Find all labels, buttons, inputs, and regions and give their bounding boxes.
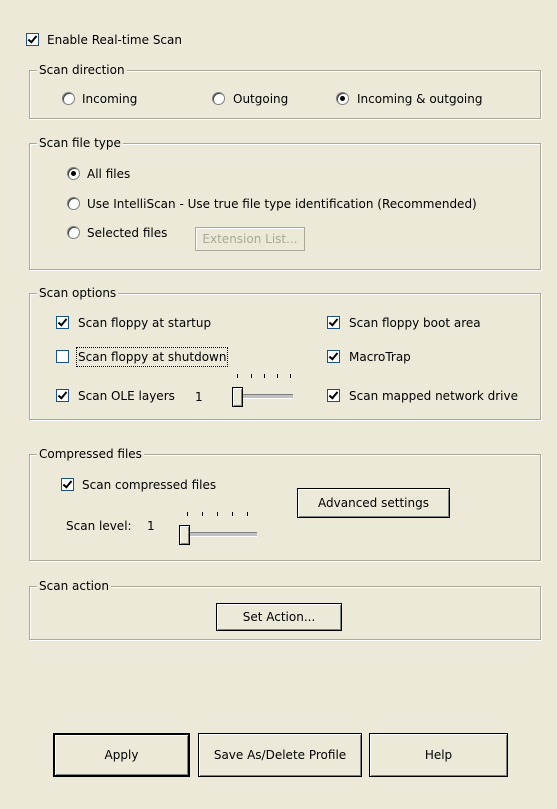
radio-incoming-outgoing[interactable] xyxy=(336,92,349,105)
floppy-startup-checkbox[interactable] xyxy=(56,316,69,329)
help-button[interactable]: Help xyxy=(369,733,508,777)
radio-incoming-outgoing-label[interactable]: Incoming & outgoing xyxy=(357,91,482,107)
radio-all-files-label[interactable]: All files xyxy=(87,166,130,182)
enable-realtime-checkbox[interactable] xyxy=(26,33,39,46)
ole-slider-tick xyxy=(290,374,291,378)
scan-level-slider-thumb[interactable] xyxy=(179,525,190,545)
radio-intelliscan[interactable] xyxy=(67,197,80,210)
macrotrap-label[interactable]: MacroTrap xyxy=(349,349,411,365)
radio-all-files[interactable] xyxy=(67,167,80,180)
floppy-shutdown-label[interactable]: Scan floppy at shutdown xyxy=(75,347,229,367)
floppy-boot-checkbox[interactable] xyxy=(327,316,340,329)
compressed-files-title: Compressed files xyxy=(37,446,144,462)
scan-level-tick xyxy=(247,512,248,516)
scan-level-tick xyxy=(202,512,203,516)
floppy-boot-label[interactable]: Scan floppy boot area xyxy=(349,315,481,331)
scan-level-tick xyxy=(217,512,218,516)
ole-slider-thumb[interactable] xyxy=(232,387,243,407)
radio-outgoing-label[interactable]: Outgoing xyxy=(233,91,288,107)
ole-layers-checkbox[interactable] xyxy=(56,389,69,402)
scan-level-tick xyxy=(232,512,233,516)
ole-slider-tick xyxy=(251,374,252,378)
ole-slider-tick xyxy=(237,374,238,378)
radio-outgoing[interactable] xyxy=(212,92,225,105)
ole-slider-track xyxy=(235,394,293,399)
extension-list-button[interactable]: Extension List... xyxy=(195,227,305,251)
apply-button[interactable]: Apply xyxy=(53,733,190,777)
compressed-files-group: Compressed files xyxy=(29,446,541,561)
macrotrap-checkbox[interactable] xyxy=(327,350,340,363)
scan-compressed-checkbox[interactable] xyxy=(61,478,74,491)
advanced-settings-button[interactable]: Advanced settings xyxy=(297,488,450,518)
ole-slider-tick xyxy=(277,374,278,378)
scan-action-title: Scan action xyxy=(37,578,111,594)
scan-level-value: 1 xyxy=(147,519,155,533)
save-delete-profile-button[interactable]: Save As/Delete Profile xyxy=(198,733,362,777)
scan-level-tick xyxy=(187,512,188,516)
scan-file-type-title: Scan file type xyxy=(37,135,123,151)
ole-layers-slider[interactable] xyxy=(230,374,295,412)
floppy-startup-label[interactable]: Scan floppy at startup xyxy=(78,315,211,331)
scan-level-label: Scan level: xyxy=(66,519,132,533)
enable-realtime-label[interactable]: Enable Real-time Scan xyxy=(47,32,182,48)
radio-intelliscan-label[interactable]: Use IntelliScan - Use true file type ide… xyxy=(87,196,477,212)
scan-compressed-label[interactable]: Scan compressed files xyxy=(82,477,216,493)
scan-direction-title: Scan direction xyxy=(37,62,127,78)
ole-layers-label[interactable]: Scan OLE layers xyxy=(78,388,175,404)
mapped-drive-label[interactable]: Scan mapped network drive xyxy=(349,388,518,404)
ole-slider-tick xyxy=(264,374,265,378)
radio-incoming-label[interactable]: Incoming xyxy=(82,91,137,107)
radio-selected-files[interactable] xyxy=(67,226,80,239)
scan-level-slider-track xyxy=(181,532,257,537)
scan-level-slider[interactable] xyxy=(177,512,259,550)
floppy-shutdown-checkbox[interactable] xyxy=(56,350,69,363)
mapped-drive-checkbox[interactable] xyxy=(327,389,340,402)
radio-incoming[interactable] xyxy=(62,92,75,105)
radio-selected-files-label[interactable]: Selected files xyxy=(87,225,167,241)
ole-layers-value: 1 xyxy=(195,390,203,404)
set-action-button[interactable]: Set Action... xyxy=(216,603,342,631)
scan-options-title: Scan options xyxy=(37,285,119,301)
